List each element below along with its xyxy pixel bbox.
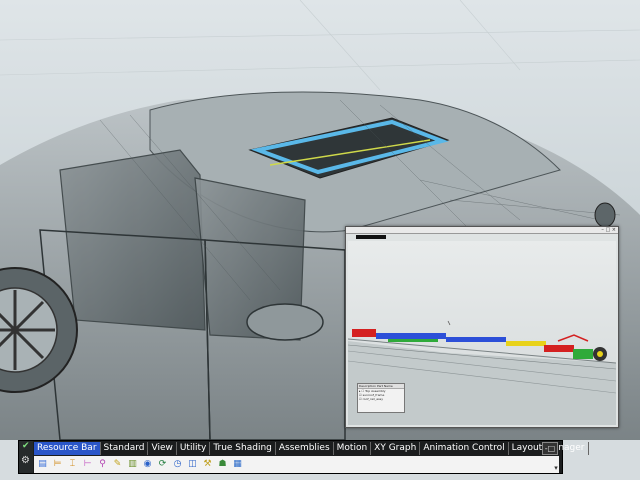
tab-utility[interactable]: Utility — [177, 442, 211, 455]
part-navigator-panel[interactable]: Description Part Name ▸ ☐ Top Assembly ☑… — [357, 383, 405, 413]
tab-resource-bar[interactable]: Resource Bar — [34, 442, 101, 455]
tab-animation-control[interactable]: Animation Control — [420, 442, 509, 455]
toolbar-handle[interactable]: ✔ ⚙ — [19, 441, 33, 473]
constraint-navigator-icon[interactable]: ⊢ — [81, 458, 94, 471]
visualization-icon[interactable]: ▦ — [231, 458, 244, 471]
viewer-window-controls[interactable]: – □ × — [601, 227, 616, 233]
graphics-viewport[interactable]: – □ × Description Part Name ▸ ☐ Top Asse… — [0, 0, 640, 440]
toolbar-icon-row: ▤ ⊨ ⌶ ⊢ ⚲ ✎ ▥ ◉ ⟳ ◷ ◫ ⚒ ☗ ▦ — [34, 456, 559, 473]
tab-true-shading[interactable]: True Shading — [210, 442, 276, 455]
part-navigator-row[interactable]: ☑ roof_rail_assy — [358, 397, 404, 401]
table-icon[interactable]: ▤ — [36, 458, 49, 471]
roles-icon[interactable]: ☗ — [216, 458, 229, 471]
motion-navigator-icon[interactable]: ⚲ — [96, 458, 109, 471]
app-logo-icon: ✔ — [22, 441, 30, 451]
system-materials-icon[interactable]: ◫ — [186, 458, 199, 471]
ribbon-toolbar: ✔ ⚙ Resource Bar Standard View Utility T… — [18, 440, 589, 474]
toolbar-tab-row: Resource Bar Standard View Utility True … — [34, 442, 589, 455]
tab-motion[interactable]: Motion — [334, 442, 372, 455]
toolbar-minimize-button[interactable]: -□ — [542, 442, 558, 455]
tab-assemblies[interactable]: Assemblies — [276, 442, 334, 455]
gear-icon[interactable]: ⚙ — [21, 456, 31, 466]
part-navigator-icon[interactable]: ⌶ — [66, 458, 79, 471]
assembly-navigator-icon[interactable]: ⊨ — [51, 458, 64, 471]
history-icon[interactable]: ⟳ — [156, 458, 169, 471]
tab-view[interactable]: View — [148, 442, 177, 455]
tab-standard[interactable]: Standard — [101, 442, 149, 455]
reuse-library-icon[interactable]: ✎ — [111, 458, 124, 471]
viewer-titlebar[interactable]: – □ × — [346, 227, 618, 234]
viewer-tab-strip[interactable] — [356, 235, 386, 239]
hd3d-tools-icon[interactable]: ▥ — [126, 458, 139, 471]
chevron-down-icon[interactable]: ▾ — [552, 464, 560, 472]
viewer-canvas[interactable]: Description Part Name ▸ ☐ Top Assembly ☑… — [348, 241, 616, 425]
clock-icon[interactable]: ◷ — [171, 458, 184, 471]
web-browser-icon[interactable]: ◉ — [141, 458, 154, 471]
tab-xy-graph[interactable]: XY Graph — [371, 442, 421, 455]
embedded-viewer-window[interactable]: – □ × Description Part Name ▸ ☐ Top Asse… — [345, 226, 619, 428]
process-studio-icon[interactable]: ⚒ — [201, 458, 214, 471]
